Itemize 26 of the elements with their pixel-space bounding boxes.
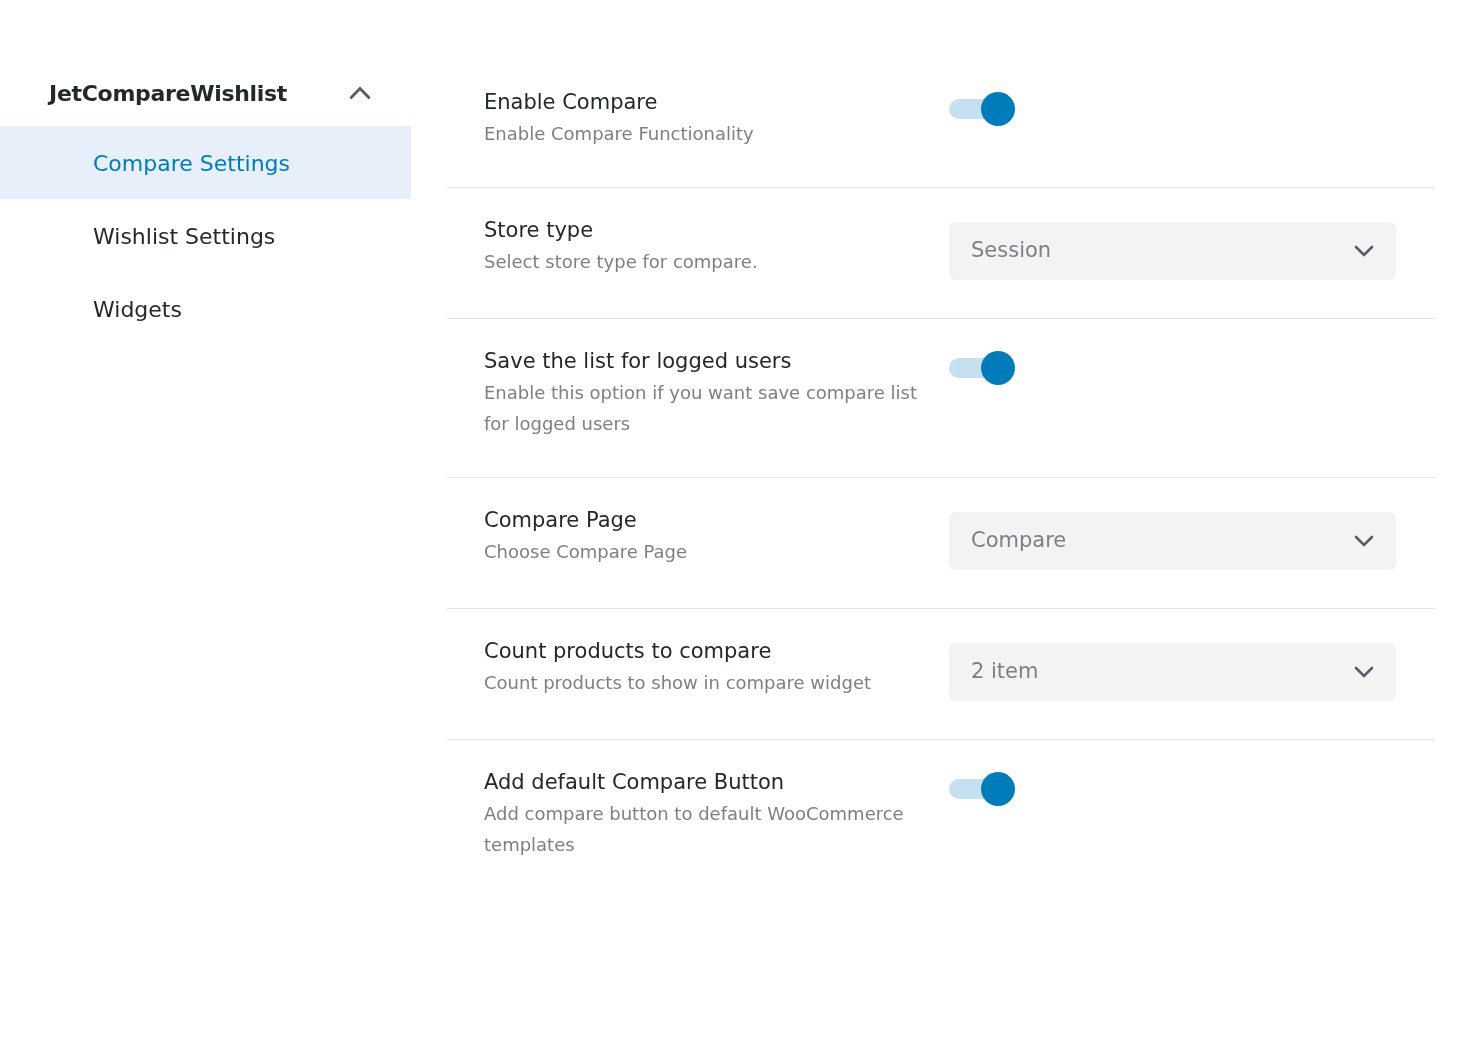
setting-title: Count products to compare [484,638,773,665]
sidebar-item[interactable]: Wishlist Settings [0,199,411,272]
setting-title: Compare Page [484,507,638,534]
sidebar-item[interactable]: Widgets [0,272,411,345]
setting-description: Enable Compare Functionality [484,122,755,146]
chevron-down-icon [1354,245,1374,257]
sidebar-item[interactable]: Compare Settings [0,126,411,199]
toggle-switch[interactable] [949,351,1015,385]
select-field[interactable]: 2 item [949,643,1396,701]
setting-description: Select store type for compare. [484,250,759,274]
setting-description: Enable this option if you want save compare list for logged users [484,381,919,436]
setting-title: Store type [484,217,595,244]
chevron-icon[interactable] [349,86,371,100]
select-field[interactable]: Session [949,222,1396,280]
setting-description: Choose Compare Page [484,540,689,564]
setting-description: Count products to show in compare widget [484,671,873,695]
setting-title: Enable Compare [484,89,659,116]
toggle-switch[interactable] [949,92,1015,126]
sidebar-title: JetCompareWishlist [49,79,288,108]
setting-description: Add compare button to default WooCommerce templates [484,802,905,857]
setting-title: Save the list for logged users [484,348,793,375]
chevron-down-icon [1354,666,1374,678]
setting-title: Add default Compare Button [484,769,786,796]
select-field[interactable]: Compare [949,512,1396,570]
toggle-switch[interactable] [949,772,1015,806]
chevron-down-icon [1354,535,1374,547]
